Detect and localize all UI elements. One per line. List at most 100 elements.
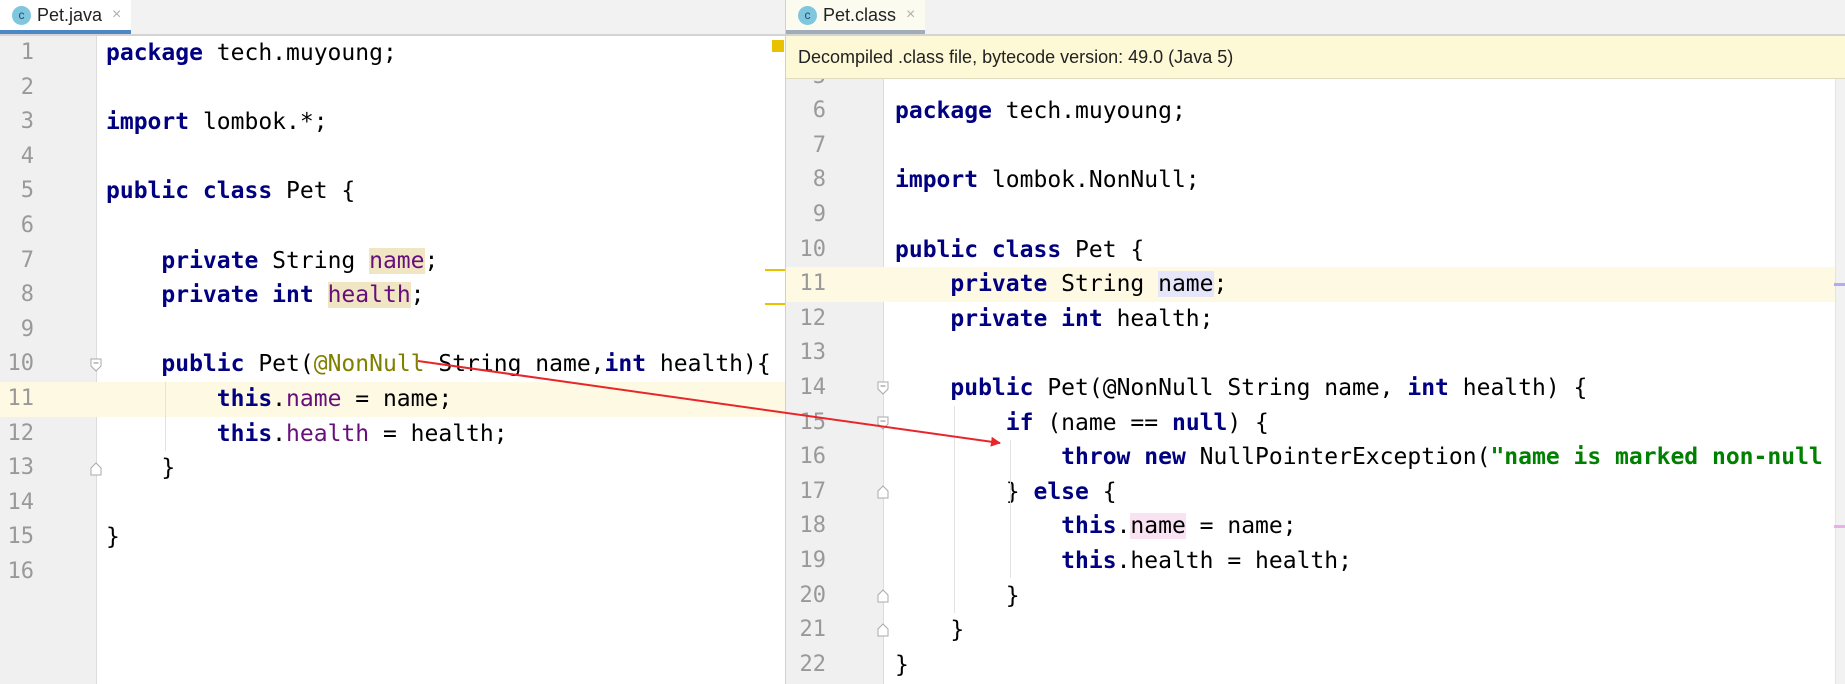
line-number: 2: [20, 74, 34, 100]
code-text: import lombok.NonNull;: [895, 163, 1200, 198]
code-token: lombok.*;: [189, 109, 328, 136]
fold-collapse-icon[interactable]: [877, 416, 889, 430]
fold-collapse-icon[interactable]: [877, 381, 889, 395]
code-line[interactable]: 19 this.health = health;: [786, 544, 1845, 579]
code-token: String: [258, 247, 370, 274]
code-token: throw new: [1061, 444, 1186, 471]
line-number: 21: [799, 617, 827, 643]
code-line[interactable]: 13 }: [0, 451, 785, 486]
code-line[interactable]: 20 }: [786, 579, 1845, 614]
code-token: String name,: [424, 351, 605, 378]
code-line[interactable]: 9: [0, 313, 785, 348]
code-line[interactable]: 21 }: [786, 613, 1845, 648]
close-icon[interactable]: ×: [906, 6, 915, 24]
tab-pet-class[interactable]: c Pet.class ×: [786, 0, 926, 34]
code-line[interactable]: 4: [0, 140, 785, 175]
code-text: this.name = name;: [106, 382, 452, 417]
code-line[interactable]: 3 import lombok.*;: [0, 105, 785, 140]
tab-bar: c Pet.class ×: [786, 0, 1845, 36]
code-line[interactable]: 1 package tech.muyoung;: [0, 36, 785, 71]
code-token: this: [1061, 547, 1117, 574]
code-token: name: [369, 247, 425, 274]
code-token: "name is marked non-null: [1490, 444, 1837, 471]
code-line[interactable]: 5 public class Pet {: [0, 174, 785, 209]
code-token: tech.muyoung;: [202, 40, 397, 66]
tab-label: Pet.class: [823, 4, 897, 25]
error-stripe-mark[interactable]: [1834, 283, 1845, 286]
code-token: Pet(: [244, 351, 314, 378]
fold-end-icon[interactable]: [877, 623, 889, 637]
code-line[interactable]: 10 public Pet(@NonNull String name,int h…: [0, 347, 785, 382]
indent-guide: [165, 382, 167, 452]
code-token: public: [950, 374, 1034, 401]
code-line[interactable]: 11 this.name = name;: [0, 382, 785, 417]
editor-pane-pet-java: c Pet.java × 1 package tech.muyoung; 2 3 imp…: [0, 0, 785, 684]
code-text: if (name == null) {: [895, 406, 1269, 441]
code-line[interactable]: 9: [786, 198, 1845, 233]
code-token: }: [895, 582, 1020, 609]
code-line[interactable]: 17 } else {: [786, 475, 1845, 510]
code-line[interactable]: 13: [786, 336, 1845, 371]
line-number: 16: [799, 444, 827, 470]
fold-end-icon[interactable]: [877, 589, 889, 603]
code-text: public class Pet {: [895, 233, 1144, 268]
line-number: 11: [7, 386, 35, 411]
line-number: 12: [7, 420, 35, 446]
code-text: private String name;: [895, 267, 1227, 302]
code-text: private int health;: [106, 278, 425, 313]
fold-end-icon[interactable]: [877, 485, 889, 499]
code-line[interactable]: 12 private int health;: [786, 302, 1845, 337]
code-line[interactable]: 6 package tech.muyoung;: [786, 94, 1845, 129]
line-number: 10: [7, 351, 35, 377]
code-text: this.health = health;: [895, 544, 1352, 579]
code-line[interactable]: 16: [0, 555, 785, 590]
code-line[interactable]: 14: [0, 486, 785, 521]
code-line[interactable]: 11 private String name;: [786, 267, 1845, 302]
line-number: 22: [799, 651, 827, 677]
fold-end-icon[interactable]: [90, 461, 102, 476]
code-token: (name ==: [1033, 409, 1172, 436]
code-line[interactable]: 12 this.health = health;: [0, 417, 785, 452]
error-stripe-mark[interactable]: [765, 269, 785, 271]
code-text: }: [895, 579, 1020, 614]
code-line[interactable]: 8 import lombok.NonNull;: [786, 163, 1845, 198]
code-line[interactable]: 14 public Pet(@NonNull String name, int …: [786, 371, 1845, 406]
scrollbar[interactable]: [1835, 78, 1845, 684]
error-stripe-mark[interactable]: [765, 303, 785, 305]
code-token: health){: [646, 351, 771, 378]
code-token: if: [1005, 409, 1034, 436]
code-line[interactable]: 6: [0, 209, 785, 244]
code-line[interactable]: 8 private int health;: [0, 278, 785, 313]
code-line[interactable]: 10 public class Pet {: [786, 233, 1845, 268]
fold-collapse-icon[interactable]: [90, 358, 102, 372]
code-line[interactable]: 15 if (name == null) {: [786, 406, 1845, 441]
code-line[interactable]: 15}: [0, 520, 785, 555]
close-icon[interactable]: ×: [112, 6, 121, 24]
code-token: ;: [424, 247, 439, 274]
tab-pet-java[interactable]: c Pet.java ×: [0, 0, 132, 34]
code-token: String: [1047, 271, 1159, 298]
code-line[interactable]: 22}: [786, 648, 1845, 683]
line-number: 8: [20, 282, 34, 308]
code-line[interactable]: 18 this.name = name;: [786, 509, 1845, 544]
code-line[interactable]: 7 private String name;: [0, 244, 785, 279]
code-token: .: [272, 386, 287, 412]
code-text: }: [895, 648, 909, 683]
line-number: 5: [20, 178, 34, 204]
code-token: private: [950, 271, 1048, 298]
code-token: name: [286, 386, 342, 412]
code-text: public Pet(@NonNull String name, int hea…: [895, 371, 1587, 406]
code-text: private int health;: [895, 302, 1213, 337]
code-line[interactable]: 2: [0, 71, 785, 106]
line-number: 6: [812, 98, 826, 124]
error-stripe-mark[interactable]: [1834, 525, 1845, 528]
line-number: 11: [799, 271, 827, 297]
warning-indicator-icon[interactable]: [772, 40, 784, 52]
line-number: 13: [799, 340, 827, 366]
code-line[interactable]: 7: [786, 129, 1845, 164]
line-number: 12: [799, 305, 827, 331]
code-token: }: [895, 478, 1034, 505]
code-line[interactable]: 16 throw new NullPointerException("name …: [786, 440, 1845, 475]
